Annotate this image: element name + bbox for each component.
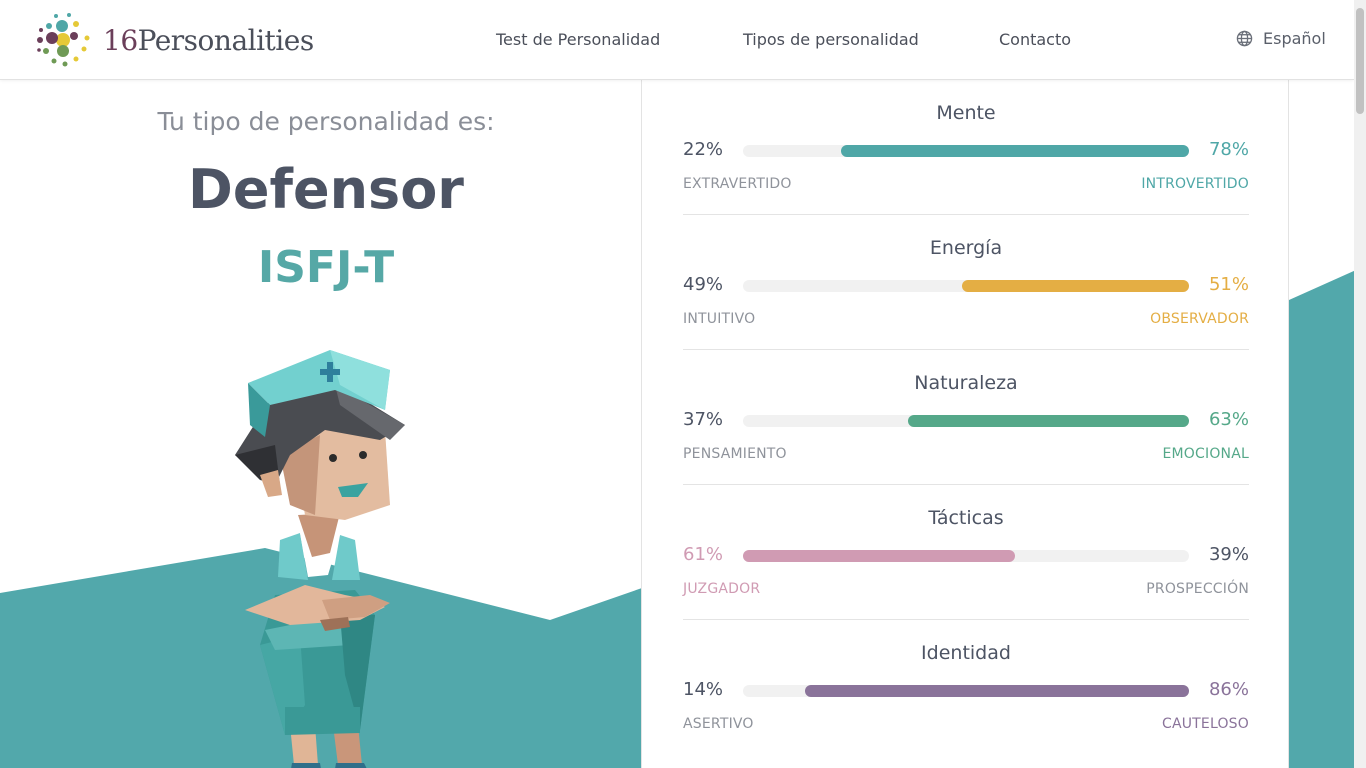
logo-wordmark: 16Personalities	[103, 24, 314, 57]
trait-title: Tácticas	[928, 507, 1004, 529]
trait-left-label: EXTRAVERTIDO	[683, 176, 792, 192]
nav-personality-test[interactable]: Test de Personalidad	[496, 30, 660, 49]
trait-left-percent: 37%	[683, 409, 724, 430]
trait-bar	[743, 145, 1189, 157]
trait-title: Mente	[936, 102, 996, 124]
trait-title: Energía	[929, 237, 1003, 259]
language-selector[interactable]: Español	[1236, 29, 1326, 48]
logo-word: Personalities	[137, 23, 315, 57]
trait-row[interactable]: Naturaleza 37% 63% PENSAMIENTO EMOCIONAL	[683, 350, 1249, 485]
trait-title: Naturaleza	[914, 372, 1018, 394]
trait-title: Identidad	[921, 642, 1011, 664]
page-scrollbar[interactable]	[1354, 0, 1366, 768]
trait-left-percent: 61%	[683, 544, 724, 565]
trait-right-label: OBSERVADOR	[1150, 311, 1249, 327]
trait-bar-fill	[805, 685, 1189, 697]
trait-right-label: CAUTELOSO	[1161, 716, 1249, 732]
trait-left-label: JUZGADOR	[683, 581, 761, 597]
logo-number: 16	[103, 23, 138, 57]
trait-row[interactable]: Identidad 14% 86% ASERTIVO CAUTELOSO	[683, 620, 1249, 755]
defender-character-illustration	[235, 350, 405, 768]
scrollbar-thumb[interactable]	[1356, 8, 1364, 114]
dots-logo-icon	[37, 13, 90, 67]
type-name: Defensor	[188, 158, 464, 221]
nav-contact[interactable]: Contacto	[999, 30, 1071, 49]
trait-bar-fill	[961, 280, 1189, 292]
language-label: Español	[1263, 29, 1326, 48]
site-header: 16Personalities Test de Personalidad Tip…	[0, 0, 1354, 80]
trait-bar-fill	[743, 550, 1016, 562]
trait-scores-card: Mente 22% 78% EXTRAVERTIDO INTROVERTIDO Energ…	[641, 80, 1289, 768]
trait-left-percent: 49%	[683, 274, 724, 295]
trait-bar	[743, 415, 1189, 427]
nav-personality-types[interactable]: Tipos de personalidad	[743, 30, 919, 49]
trait-left-label: PENSAMIENTO	[683, 446, 787, 462]
trait-bar-fill	[908, 415, 1189, 427]
globe-icon	[1236, 30, 1253, 47]
trait-right-percent: 51%	[1208, 274, 1249, 295]
trait-row[interactable]: Energía 49% 51% INTUITIVO OBSERVADOR	[683, 215, 1249, 350]
result-intro: Tu tipo de personalidad es:	[157, 107, 495, 136]
trait-right-label: INTROVERTIDO	[1141, 176, 1249, 192]
trait-bar-fill	[841, 145, 1189, 157]
trait-bar	[743, 685, 1189, 697]
trait-right-label: PROSPECCIÓN	[1146, 581, 1249, 597]
trait-bar	[743, 550, 1189, 562]
trait-right-percent: 78%	[1208, 139, 1249, 160]
trait-bar	[743, 280, 1189, 292]
trait-right-percent: 63%	[1208, 409, 1249, 430]
trait-left-percent: 22%	[683, 139, 724, 160]
trait-right-percent: 39%	[1208, 544, 1249, 565]
trait-right-percent: 86%	[1208, 679, 1249, 700]
trait-left-percent: 14%	[683, 679, 724, 700]
trait-left-label: INTUITIVO	[683, 311, 756, 327]
trait-row[interactable]: Mente 22% 78% EXTRAVERTIDO INTROVERTIDO	[683, 80, 1249, 215]
trait-right-label: EMOCIONAL	[1162, 446, 1249, 462]
logo[interactable]: 16Personalities	[32, 10, 314, 70]
trait-row[interactable]: Tácticas 61% 39% JUZGADOR PROSPECCIÓN	[683, 485, 1249, 620]
type-code: ISFJ-T	[257, 242, 395, 293]
trait-left-label: ASERTIVO	[683, 716, 754, 732]
